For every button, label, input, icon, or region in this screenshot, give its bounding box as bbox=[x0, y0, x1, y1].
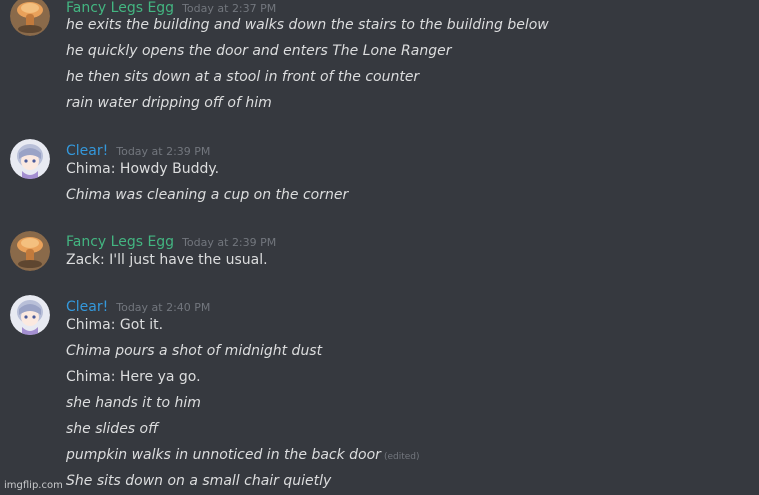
timestamp: Today at 2:39 PM bbox=[182, 236, 277, 249]
message-header: Fancy Legs Egg Today at 2:39 PM bbox=[66, 231, 276, 250]
timestamp: Today at 2:39 PM bbox=[116, 145, 211, 158]
anime-girl-avatar-icon bbox=[10, 139, 50, 179]
message-line: rain water dripping off of him bbox=[66, 95, 272, 111]
message-line: Chima: Got it. bbox=[66, 317, 164, 333]
pumpkin-avatar-icon bbox=[10, 231, 50, 271]
message-line: she hands it to him bbox=[66, 395, 201, 411]
username[interactable]: Fancy Legs Egg bbox=[66, 234, 174, 250]
message-line: Zack: I'll just have the usual. bbox=[66, 252, 268, 268]
username[interactable]: Clear! bbox=[66, 143, 108, 159]
avatar[interactable] bbox=[10, 231, 50, 271]
avatar[interactable] bbox=[10, 139, 50, 179]
message-header: Clear! Today at 2:39 PM bbox=[66, 140, 210, 159]
message-line: She sits down on a small chair quietly bbox=[66, 473, 332, 489]
edited-label: (edited) bbox=[383, 452, 420, 462]
watermark: imgflip.com bbox=[4, 480, 63, 491]
message-line: Chima: Howdy Buddy. bbox=[66, 161, 220, 177]
message-line: Chima pours a shot of midnight dust bbox=[66, 343, 323, 359]
pumpkin-avatar-icon bbox=[10, 0, 50, 36]
message-line: he exits the building and walks down the… bbox=[66, 17, 549, 33]
username[interactable]: Fancy Legs Egg bbox=[66, 0, 174, 16]
message-line-text: pumpkin walks in unnoticed in the back d… bbox=[66, 447, 381, 463]
avatar[interactable] bbox=[10, 0, 50, 36]
timestamp: Today at 2:40 PM bbox=[116, 301, 211, 314]
message-line: he quickly opens the door and enters The… bbox=[66, 43, 452, 59]
username[interactable]: Clear! bbox=[66, 299, 108, 315]
avatar[interactable] bbox=[10, 295, 50, 335]
message-header: Clear! Today at 2:40 PM bbox=[66, 296, 210, 315]
message-header: Fancy Legs Egg Today at 2:37 PM bbox=[66, 0, 276, 16]
message-line: he then sits down at a stool in front of… bbox=[66, 69, 420, 85]
message-line: pumpkin walks in unnoticed in the back d… bbox=[66, 447, 420, 463]
anime-girl-avatar-icon bbox=[10, 295, 50, 335]
message-line: Chima: Here ya go. bbox=[66, 369, 201, 385]
message-line: she slides off bbox=[66, 421, 159, 437]
timestamp: Today at 2:37 PM bbox=[182, 2, 277, 15]
message-line: Chima was cleaning a cup on the corner bbox=[66, 187, 349, 203]
